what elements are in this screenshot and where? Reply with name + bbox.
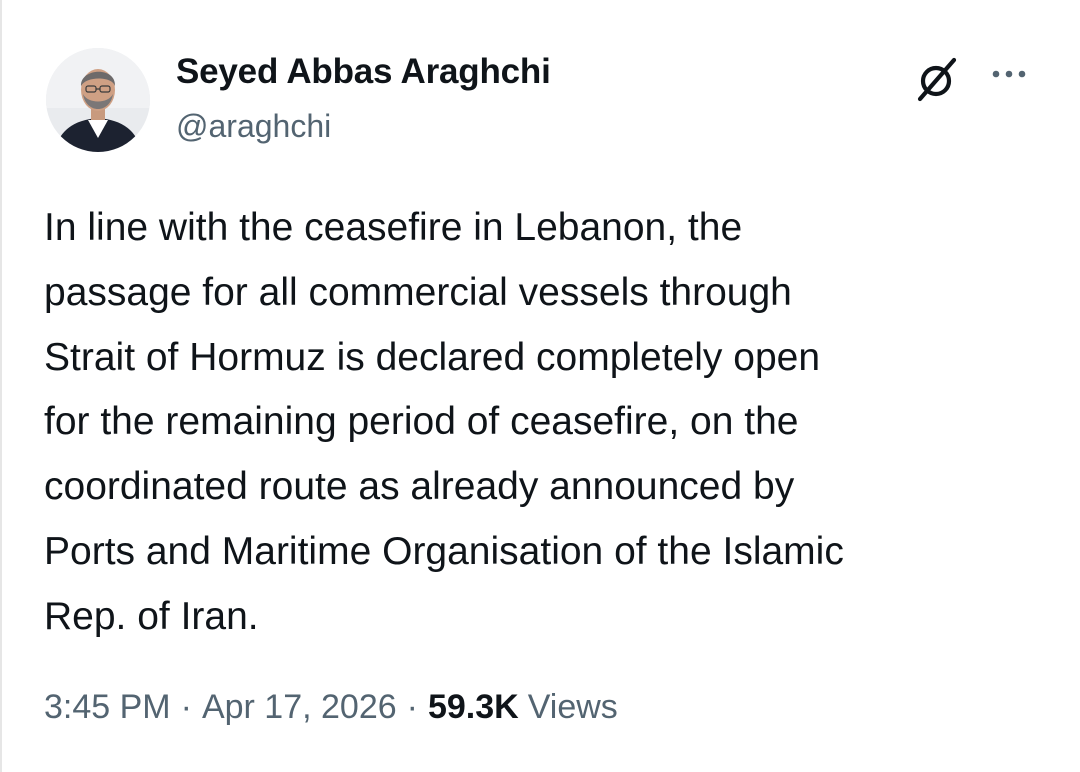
views-label[interactable]: Views [528, 688, 618, 727]
tweet-text: In line with the ceasefire in Lebanon, t… [44, 196, 1054, 650]
tweet-text-line: In line with the ceasefire in Lebanon, t… [44, 206, 743, 249]
views-count[interactable]: 59.3K [428, 688, 519, 727]
avatar-photo [46, 48, 150, 152]
meta-separator: · [180, 688, 192, 726]
grok-icon[interactable] [912, 54, 962, 104]
tweet-text-line: for the remaining period of ceasefire, o… [44, 400, 799, 444]
tweet-text-line: Rep. of Iran. [44, 594, 259, 638]
meta-separator: · [406, 688, 418, 726]
tweet-text-line: Strait of Hormuz is declared completely … [44, 335, 821, 379]
tweet-text-line: passage for all commercial vessels throu… [44, 270, 792, 314]
tweet-card: Seyed Abbas Araghchi @araghchi In line w… [0, 0, 1080, 772]
more-options-icon[interactable] [990, 64, 1030, 84]
tweet-text-line: Ports and Maritime Organisation of the I… [44, 529, 844, 573]
post-date[interactable]: Apr 17, 2026 [202, 688, 397, 727]
author-handle[interactable]: @araghchi [176, 108, 331, 145]
tweet-meta: 3:45 PM · Apr 17, 2026 · 59.3K Views [44, 688, 618, 727]
author-avatar[interactable] [46, 48, 150, 152]
post-time[interactable]: 3:45 PM [44, 688, 171, 727]
left-divider [0, 0, 2, 772]
author-name[interactable]: Seyed Abbas Araghchi [176, 52, 551, 92]
tweet-text-line: coordinated route as already announced b… [44, 465, 795, 509]
